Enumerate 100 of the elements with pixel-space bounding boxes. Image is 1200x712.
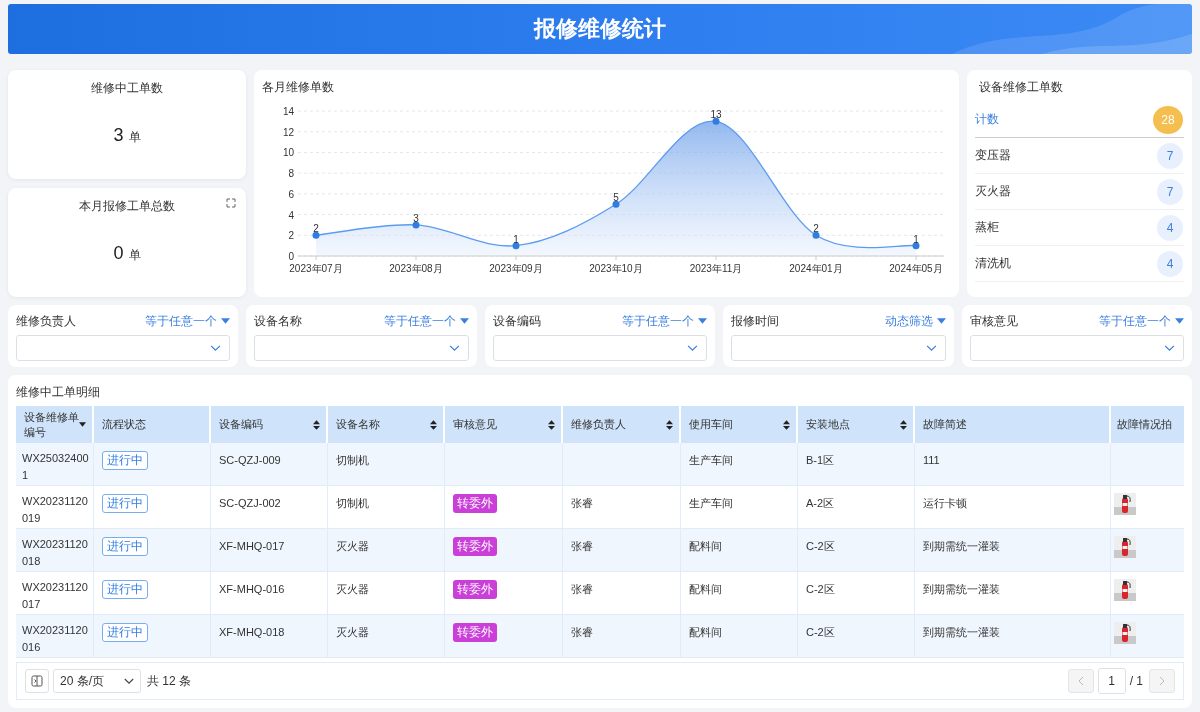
column-header[interactable]: 使用车间: [689, 417, 733, 432]
column-header[interactable]: 流程状态: [102, 417, 146, 432]
count-badge: 28: [1153, 105, 1183, 134]
table-cell-text: 生产车间: [689, 496, 733, 511]
page-size-select[interactable]: 20 条/页: [53, 669, 141, 693]
y-tick-label: 14: [282, 106, 294, 117]
sort-icon[interactable]: [900, 419, 907, 430]
chart-point: [312, 231, 320, 239]
caret-down-icon: [936, 318, 946, 324]
filter-label: 设备编码: [492, 312, 541, 330]
page-count: / 1: [1129, 674, 1143, 688]
caret-down-icon: [221, 318, 231, 324]
audit-tag: 转委外: [453, 623, 497, 642]
data-label: 1: [513, 233, 519, 245]
column-header[interactable]: 安装地点: [806, 417, 850, 432]
stat-title: 本月报修工单总数: [79, 198, 175, 215]
data-label: 2: [313, 223, 319, 235]
caret-down-icon: [459, 318, 469, 324]
stat-unit: 单: [128, 129, 141, 146]
x-tick-label: 2023年09月: [489, 263, 543, 274]
device-label: 蒸柜: [975, 219, 999, 236]
sort-icon[interactable]: [548, 419, 555, 430]
table-cell-text: A-2区: [806, 496, 835, 511]
sort-icon[interactable]: [430, 419, 437, 430]
column-header[interactable]: 设备编码: [219, 417, 263, 432]
chart-point: [812, 231, 820, 239]
filter-label: 审核意见: [969, 312, 1018, 330]
table-cell-text: SC-QZJ-002: [219, 496, 281, 511]
chevron-down-icon: [210, 344, 222, 352]
columns-toggle-button[interactable]: [25, 669, 49, 693]
table-cell-text: C-2区: [806, 539, 835, 554]
table-cell-text: WX20231120019: [22, 494, 89, 526]
status-tag: 进行中: [102, 537, 148, 556]
data-label: 5: [613, 192, 619, 204]
filter-label: 报修时间: [731, 312, 780, 330]
expand-icon[interactable]: [226, 198, 236, 208]
stat-value: 3: [113, 125, 124, 146]
operator-dropdown[interactable]: 等于任意一个: [145, 312, 231, 330]
table-cell-text: 灭火器: [336, 539, 369, 554]
status-tag: 进行中: [102, 623, 148, 642]
audit-tag: 转委外: [453, 580, 497, 599]
column-header[interactable]: 故障简述: [923, 417, 967, 432]
column-header[interactable]: 维修负责人: [571, 417, 626, 432]
table-cell-text: XF-MHQ-017: [219, 539, 285, 554]
table-cell-text: 111: [923, 453, 940, 468]
count-badge: 4: [1157, 214, 1183, 241]
total-count: 共 12 条: [147, 672, 191, 690]
operator-dropdown[interactable]: 动态筛选: [884, 312, 946, 330]
x-tick-label: 2023年08月: [389, 263, 443, 274]
operator-dropdown[interactable]: 等于任意一个: [1099, 312, 1185, 330]
table-cell-text: WX20231120018: [22, 537, 89, 569]
column-header[interactable]: 设备名称: [336, 417, 380, 432]
y-tick-label: 10: [282, 147, 294, 159]
x-tick-label: 2023年11月: [689, 263, 743, 274]
device-label: 灭火器: [975, 183, 1011, 200]
sort-icon[interactable]: [313, 419, 320, 430]
y-tick-label: 4: [288, 209, 294, 221]
sort-down-icon[interactable]: [79, 422, 86, 427]
operator-dropdown[interactable]: 等于任意一个: [622, 312, 708, 330]
device-label: 计数: [975, 111, 999, 128]
chevron-down-icon: [448, 344, 460, 352]
table-title: 维修中工单明细: [16, 384, 101, 400]
table-cell-text: 灭火器: [336, 625, 369, 640]
table-cell-text: 配料间: [689, 539, 722, 554]
x-tick-label: 2024年05月: [889, 263, 943, 274]
sort-icon[interactable]: [666, 419, 673, 430]
status-tag: 进行中: [102, 494, 148, 513]
column-header[interactable]: 故障情况拍: [1117, 417, 1172, 432]
column-header[interactable]: 设备维修单编号: [24, 409, 79, 440]
caret-down-icon: [698, 318, 708, 324]
device-label: 变压器: [975, 147, 1011, 164]
table-cell-text: 张睿: [571, 496, 593, 511]
table-cell-text: 切制机: [336, 496, 369, 511]
filter-label: 设备名称: [254, 312, 303, 330]
data-label: 2: [813, 223, 819, 235]
page-input[interactable]: 1: [1097, 668, 1126, 694]
y-tick-label: 2: [288, 230, 294, 242]
page-title: 报修维修统计: [534, 15, 666, 43]
chart-point: [912, 242, 920, 250]
column-header[interactable]: 审核意见: [453, 417, 497, 432]
table-cell-text: 切制机: [336, 453, 369, 468]
table-cell-text: XF-MHQ-018: [219, 625, 285, 640]
operator-dropdown[interactable]: 等于任意一个: [383, 312, 469, 330]
data-label: 13: [710, 109, 722, 121]
data-label: 3: [413, 212, 419, 224]
stat-value: 0: [113, 243, 124, 264]
filter-label: 维修负责人: [16, 312, 76, 330]
y-tick-label: 0: [288, 251, 294, 262]
table-cell-text: 到期需统一灌装: [923, 625, 1000, 640]
table-cell-text: 张睿: [571, 582, 593, 597]
table-cell-text: 灭火器: [336, 582, 369, 597]
count-badge: 7: [1157, 178, 1183, 205]
status-tag: 进行中: [102, 580, 148, 599]
chart-point: [512, 242, 520, 250]
stat-unit: 单: [128, 247, 141, 264]
table-cell-text: WX250324001: [22, 451, 90, 483]
sort-icon[interactable]: [783, 419, 790, 430]
table-cell-text: B-1区: [806, 453, 835, 468]
audit-tag: 转委外: [453, 537, 497, 556]
chevron-down-icon: [124, 677, 134, 685]
